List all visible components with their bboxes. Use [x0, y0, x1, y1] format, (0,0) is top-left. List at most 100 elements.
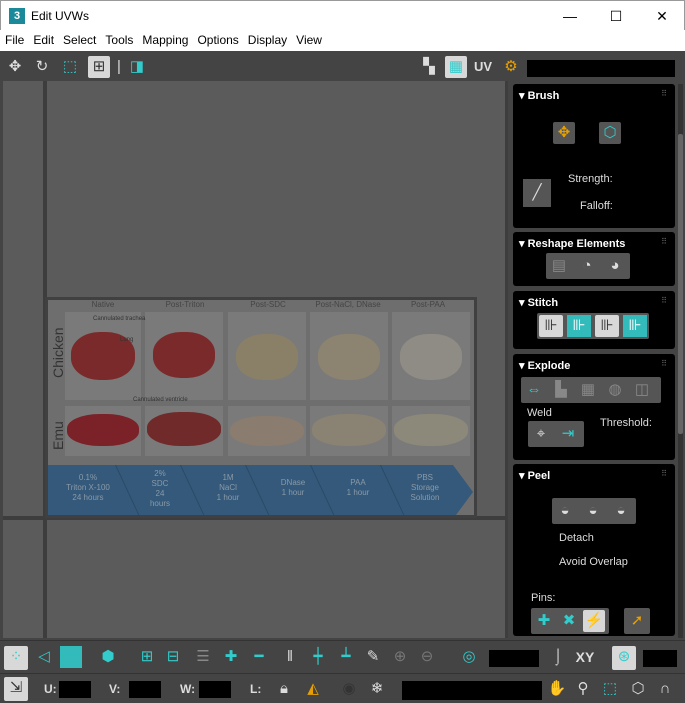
falloff-input[interactable] — [489, 650, 539, 667]
limit-selection-icon[interactable]: ⊛ — [612, 646, 636, 670]
enlarge-brush-icon[interactable]: ⊕ — [389, 646, 411, 668]
brush-header[interactable]: ▾ Brush — [519, 89, 559, 102]
freeze-icon[interactable]: ❄ — [366, 678, 388, 700]
texture-map-image: Native Post-Triton Post-SDC Post-NaCl, D… — [45, 297, 477, 518]
grip-icon[interactable]: ⠿ — [661, 89, 667, 98]
zoom-extents-icon[interactable]: ⬡ — [627, 678, 649, 700]
ring-shrink-icon[interactable]: ┷ — [335, 646, 357, 668]
menu-select[interactable]: Select — [59, 30, 100, 47]
soft-selection-icon[interactable]: ◎ — [458, 646, 480, 668]
weld-target-icon[interactable]: ⇥ — [557, 423, 579, 445]
peel-mode-icon[interactable]: ◒ — [582, 500, 604, 522]
snap-icon[interactable]: ∩ — [654, 678, 676, 700]
lock-icon[interactable]: 🔒︎ — [273, 678, 295, 700]
close-button[interactable]: ✕ — [639, 1, 685, 31]
flatten-smoothing-icon[interactable]: ◍ — [604, 379, 626, 401]
stitch-average-icon[interactable]: ⊪ — [595, 315, 619, 337]
texture-dropdown[interactable] — [527, 60, 675, 77]
flatten-icon[interactable]: ▦ — [577, 379, 599, 401]
absolute-offset-icon[interactable]: ⇲ — [4, 677, 28, 701]
xy-space-button[interactable]: XY — [574, 646, 596, 668]
weld-label: Weld — [527, 407, 552, 419]
paint-relax-icon[interactable]: ⬡ — [599, 122, 621, 144]
rotate-icon[interactable]: ↻ — [31, 56, 53, 78]
element-mode-icon[interactable]: ⬢ — [97, 646, 119, 668]
detach-option[interactable]: Detach — [559, 532, 594, 544]
break-icon[interactable]: ⇔ — [523, 379, 545, 401]
quick-peel-icon[interactable]: ◒ — [554, 500, 576, 522]
grow-selection-icon[interactable]: ⊞ — [136, 646, 158, 668]
stitch-custom-icon[interactable]: ⊪ — [539, 315, 563, 337]
pan-icon[interactable]: ✋ — [546, 678, 568, 700]
stitch-to-target-icon[interactable]: ⊪ — [567, 315, 591, 337]
top-toolbar: ✥ ↻ ⬚ ⊞ | ◨ ▚ ▦ UV ⚙ — [0, 52, 685, 81]
menu-edit[interactable]: Edit — [29, 30, 58, 47]
shrink-brush-icon[interactable]: ⊖ — [416, 646, 438, 668]
pin-icon[interactable]: ✚ — [533, 610, 555, 632]
u-input[interactable] — [59, 681, 91, 698]
w-input[interactable] — [199, 681, 231, 698]
zoom-region-icon[interactable]: ⬚ — [599, 678, 621, 700]
explode-header[interactable]: ▾ Explode — [519, 359, 570, 372]
paint-move-icon[interactable]: ✥ — [553, 122, 575, 144]
hide-icon[interactable]: ◭ — [302, 678, 324, 700]
strength-label: Strength: — [568, 173, 613, 185]
avoid-overlap-option[interactable]: Avoid Overlap — [559, 556, 628, 568]
menu-view[interactable]: View — [292, 30, 326, 47]
flatten-material-icon[interactable]: ◫ — [631, 379, 653, 401]
mirror-icon[interactable]: ◨ — [126, 56, 148, 78]
grip-icon[interactable]: ⠿ — [661, 237, 667, 246]
move-icon[interactable]: ✥ — [4, 56, 26, 78]
grip-icon[interactable]: ⠿ — [661, 296, 667, 305]
weld-selected-icon[interactable]: ⌖ — [530, 423, 552, 445]
select-pins-icon[interactable]: ➚ — [626, 610, 648, 632]
ring-grow-icon[interactable]: ┿ — [307, 646, 329, 668]
menu-display[interactable]: Display — [244, 30, 291, 47]
auto-pin-icon[interactable]: ⚡ — [583, 610, 605, 632]
relax-icon[interactable]: ◕ — [604, 255, 626, 277]
loop-grow-icon[interactable]: ✚ — [220, 646, 242, 668]
uv-axis-button[interactable]: UV — [472, 56, 494, 78]
scale-icon[interactable]: ⬚ — [59, 56, 81, 78]
grip-icon[interactable]: ⠿ — [661, 469, 667, 478]
unpin-icon[interactable]: ✖ — [558, 610, 580, 632]
vertex-mode-icon[interactable]: ⁘ — [4, 646, 28, 670]
ring-icon[interactable]: ‖ — [279, 646, 301, 668]
face-mode-icon[interactable] — [60, 646, 82, 668]
relax-until-flat-icon[interactable]: ◔ — [576, 255, 598, 277]
selection-set-dropdown[interactable] — [402, 681, 542, 700]
zoom-icon[interactable]: ⚲ — [572, 678, 594, 700]
freeform-icon[interactable]: ⊞ — [88, 56, 110, 78]
menu-mapping[interactable]: Mapping — [138, 30, 192, 47]
minimize-button[interactable]: — — [547, 1, 593, 31]
reset-peel-icon[interactable]: ◒ — [610, 500, 632, 522]
edge-mode-icon[interactable]: ◁ — [33, 646, 55, 668]
show-icon[interactable]: ◉ — [338, 678, 360, 700]
edge-distance-input[interactable] — [643, 650, 677, 667]
straighten-icon[interactable]: ▤ — [548, 255, 570, 277]
stitch-to-source-icon[interactable]: ⊪ — [623, 315, 647, 337]
menu-tools[interactable]: Tools — [101, 30, 137, 47]
stitch-title: Stitch — [527, 297, 559, 309]
falloff-type-icon[interactable]: ⌡ — [547, 646, 569, 668]
checker-icon[interactable]: ▚ — [418, 56, 440, 78]
loop-shrink-icon[interactable]: ━ — [248, 646, 270, 668]
column-label: Post-SDC — [250, 300, 286, 309]
detach-edge-icon[interactable]: ▙ — [550, 379, 572, 401]
panel-scrollbar[interactable] — [678, 84, 683, 638]
v-input[interactable] — [129, 681, 161, 698]
show-map-icon[interactable]: ▦ — [445, 56, 467, 78]
texture-settings-icon[interactable]: ⚙ — [500, 56, 522, 78]
loop-icon[interactable]: ☰ — [192, 646, 214, 668]
reshape-header[interactable]: ▾ Reshape Elements — [519, 237, 625, 250]
menu-options[interactable]: Options — [193, 30, 242, 47]
photo — [65, 312, 141, 400]
stitch-header[interactable]: ▾ Stitch — [519, 296, 558, 309]
menu-file[interactable]: File — [1, 30, 28, 47]
maximize-button[interactable]: ☐ — [593, 1, 639, 31]
shrink-selection-icon[interactable]: ⊟ — [162, 646, 184, 668]
grip-icon[interactable]: ⠿ — [661, 359, 667, 368]
brush-line-icon[interactable]: ╱ — [523, 179, 551, 207]
peel-header[interactable]: ▾ Peel — [519, 469, 550, 482]
paint-select-icon[interactable]: ✎ — [362, 646, 384, 668]
